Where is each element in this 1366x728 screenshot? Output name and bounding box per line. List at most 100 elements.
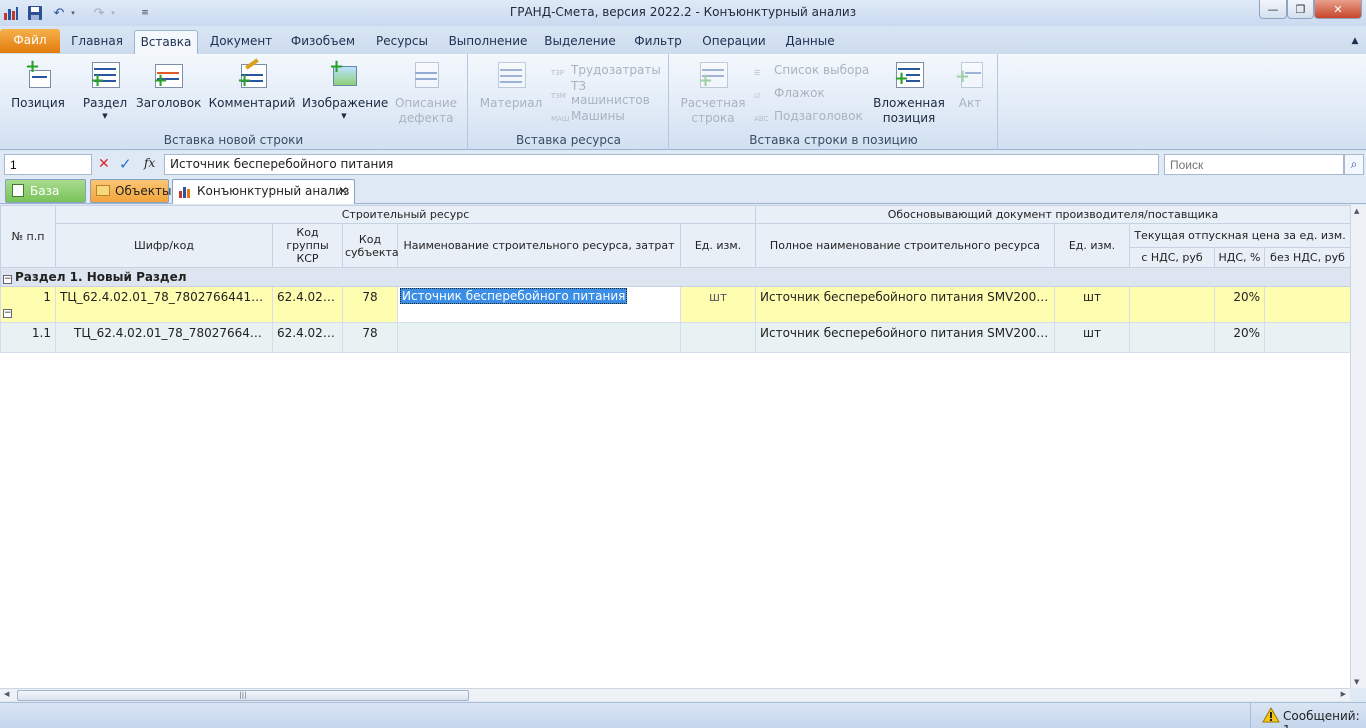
chart-icon (178, 183, 192, 206)
machines-button[interactable]: МАШ Машины (551, 106, 625, 126)
cell-with-vat[interactable] (1129, 286, 1215, 323)
cell-num[interactable]: 1.1 (0, 322, 56, 353)
search-input[interactable] (1164, 154, 1344, 175)
close-window-button[interactable]: ✕ (1314, 0, 1362, 19)
material-button[interactable]: Материал (479, 60, 543, 110)
section-button[interactable]: + Раздел ▼ (80, 60, 130, 120)
cell-without-vat[interactable] (1263, 286, 1352, 323)
cell-unit[interactable]: шт (680, 286, 756, 323)
col-header-code[interactable]: Шифр/код (55, 223, 273, 268)
minimize-button[interactable]: — (1259, 0, 1287, 19)
cell-without-vat[interactable] (1263, 322, 1352, 353)
cell-num[interactable]: 1− (0, 286, 56, 323)
machinists-button[interactable]: ТЗМ ТЗ машинистов (551, 79, 668, 107)
cell-unit2[interactable]: шт (1054, 286, 1130, 323)
formula-value-field[interactable]: Источник бесперебойного питания (164, 154, 1159, 175)
cell-subject[interactable]: 78 (342, 286, 398, 323)
tab-physvolume[interactable]: Физобъем (284, 30, 362, 54)
tab-operations[interactable]: Операции (696, 30, 772, 54)
tab-document[interactable]: Документ (204, 30, 278, 54)
horizontal-scroll-thumb[interactable]: ||| (17, 690, 469, 701)
tab-selection[interactable]: Выделение (539, 30, 621, 54)
tab-filter[interactable]: Фильтр (627, 30, 689, 54)
messages-count[interactable]: Сообщений: 1 (1283, 709, 1366, 728)
group-insert-row: + Позиция + Раздел ▼ + Заголовок + Комме… (0, 54, 468, 150)
cell-full-name[interactable]: Источник бесперебойного питания SMV2000C… (755, 286, 1055, 323)
labor-icon: ТЗР (551, 69, 564, 77)
image-button[interactable]: + Изображение ▼ (302, 58, 388, 121)
tab-file[interactable]: Файл (0, 29, 60, 53)
ribbon: + Позиция + Раздел ▼ + Заголовок + Комме… (0, 54, 1366, 150)
cell-code[interactable]: ТЦ_62.4.02.01_78_7802766441… (55, 322, 273, 353)
section-row[interactable]: − Раздел 1. Новый Раздел (0, 267, 1352, 287)
close-tab-icon[interactable]: ✕ (338, 180, 348, 202)
collapse-ribbon-icon[interactable]: ▲ (1348, 30, 1362, 54)
flag-button[interactable]: ☑ Флажок (754, 83, 825, 103)
cell-name-editing[interactable]: Источник бесперебойного питания (397, 286, 681, 323)
cell-name[interactable] (397, 322, 681, 353)
comment-icon: + (237, 58, 267, 90)
col-header-vat[interactable]: НДС, % (1214, 246, 1265, 269)
cell-subject[interactable]: 78 (342, 322, 398, 353)
defect-description-button[interactable]: Описание дефекта (392, 60, 460, 126)
cell-ksr[interactable]: 62.4.02.01 (272, 322, 343, 353)
cell-full-name[interactable]: Источник бесперебойного питания SMV2000C… (755, 322, 1055, 353)
tab-resources[interactable]: Ресурсы (368, 30, 436, 54)
col-header-name[interactable]: Наименование строительного ресурса, затр… (397, 223, 681, 268)
col-header-subject[interactable]: Код субъекта (342, 223, 399, 268)
tab-data[interactable]: Данные (778, 30, 842, 54)
col-header-unit2[interactable]: Ед. изм. (1054, 223, 1130, 268)
cell-unit[interactable] (680, 322, 756, 353)
act-button[interactable]: + Акт (950, 60, 990, 110)
position-button[interactable]: + Позиция (8, 58, 68, 111)
cell-code[interactable]: ТЦ_62.4.02.01_78_7802766441_2… (55, 286, 273, 323)
maximize-button[interactable]: ❐ (1287, 0, 1314, 19)
tab-database[interactable]: База (5, 179, 86, 203)
cell-with-vat[interactable] (1129, 322, 1215, 353)
confirm-edit-icon[interactable]: ✓ (119, 155, 132, 173)
scroll-up-icon[interactable]: ▲ (1354, 207, 1359, 215)
section-dropdown-icon: ▼ (102, 112, 108, 120)
defect-description-icon (411, 60, 441, 90)
labor-button[interactable]: ТЗР Трудозатраты (551, 60, 661, 80)
heading-button[interactable]: + Заголовок (136, 60, 201, 110)
table-row[interactable]: 1− ТЦ_62.4.02.01_78_7802766441_2… 62.4.0… (0, 286, 1352, 323)
cell-ksr[interactable]: 62.4.02.01 (272, 286, 343, 323)
col-header-num[interactable]: № п.п (0, 205, 56, 268)
position-icon: + (23, 58, 53, 90)
search-icon[interactable]: ⌕ (1344, 154, 1364, 175)
collapse-row-icon[interactable]: − (3, 309, 12, 318)
col-header-unit[interactable]: Ед. изм. (680, 223, 756, 268)
col-group-resource: Строительный ресурс (55, 205, 756, 224)
choice-list-icon: ☰ (754, 69, 761, 77)
scroll-left-icon[interactable]: ◀ (4, 690, 9, 698)
scroll-right-icon[interactable]: ▶ (1341, 690, 1346, 698)
cell-address-input[interactable] (4, 154, 92, 175)
cell-unit2[interactable]: шт (1054, 322, 1130, 353)
tab-market-analysis[interactable]: Конъюнктурный анализ ✕ (172, 179, 355, 204)
nested-position-button[interactable]: + Вложенная позиция (870, 60, 948, 126)
table-row[interactable]: 1.1 ТЦ_62.4.02.01_78_7802766441… 62.4.02… (0, 322, 1352, 353)
scroll-down-icon[interactable]: ▼ (1354, 678, 1359, 686)
formula-bar: ✕ ✓ fx Источник бесперебойного питания ⌕ (0, 151, 1366, 177)
function-icon[interactable]: fx (144, 156, 155, 170)
tab-execution[interactable]: Выполнение (443, 30, 533, 54)
col-header-with-vat[interactable]: с НДС, руб (1129, 246, 1215, 269)
tab-insert[interactable]: Вставка (134, 30, 198, 54)
choice-list-button[interactable]: ☰ Список выбора (754, 60, 869, 80)
cancel-edit-icon[interactable]: ✕ (98, 156, 110, 172)
horizontal-scrollbar[interactable]: ◀ ||| ▶ (0, 688, 1350, 701)
vertical-scrollbar[interactable]: ▲ ▼ (1350, 205, 1366, 688)
tab-objects[interactable]: Объекты (90, 179, 171, 203)
calc-row-button[interactable]: + Расчетная строка (678, 60, 748, 126)
col-header-full-name[interactable]: Полное наименование строительного ресурс… (755, 223, 1055, 268)
cell-vat[interactable]: 20% (1214, 322, 1265, 353)
col-header-ksr[interactable]: Код группы КСР (272, 223, 343, 268)
collapse-section-icon[interactable]: − (3, 275, 12, 284)
cell-vat[interactable]: 20% (1214, 286, 1265, 323)
subheading-button[interactable]: ABC Подзаголовок (754, 106, 863, 126)
warning-icon[interactable] (1262, 706, 1280, 723)
tab-home[interactable]: Главная (62, 30, 132, 54)
comment-button[interactable]: + Комментарий (208, 58, 296, 110)
col-header-without-vat[interactable]: без НДС, руб (1263, 246, 1352, 269)
